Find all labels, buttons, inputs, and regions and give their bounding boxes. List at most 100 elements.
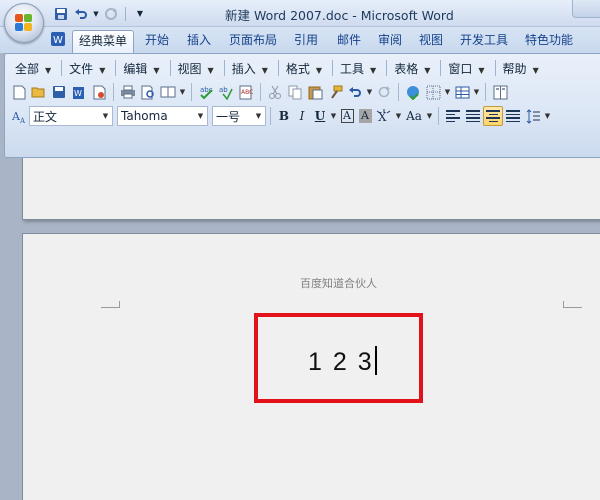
character-shading-button[interactable]: A bbox=[356, 106, 374, 126]
text-effects-dropdown[interactable]: ▼ bbox=[394, 112, 403, 120]
document-text[interactable]: 1 2 3 bbox=[308, 346, 377, 377]
character-border-button[interactable]: A bbox=[338, 106, 356, 126]
print-preview-icon[interactable] bbox=[138, 82, 158, 102]
style-select[interactable]: 正文 ▼ bbox=[29, 106, 113, 126]
svg-text:ABC: ABC bbox=[241, 89, 253, 96]
text-cursor bbox=[374, 346, 377, 375]
cut-icon[interactable] bbox=[265, 82, 285, 102]
menu-view[interactable]: 视图 ▼ bbox=[172, 60, 223, 77]
italic-button[interactable]: I bbox=[293, 106, 311, 126]
insert-table-dropdown[interactable]: ▼ bbox=[472, 88, 481, 96]
undo-icon[interactable] bbox=[345, 82, 365, 102]
print-icon[interactable] bbox=[118, 82, 138, 102]
menu-table[interactable]: 表格 ▼ bbox=[388, 60, 439, 77]
align-left-icon[interactable] bbox=[443, 106, 463, 126]
format-painter-icon[interactable] bbox=[325, 82, 345, 102]
undo-dropdown[interactable]: ▼ bbox=[365, 88, 374, 96]
menu-tools[interactable]: 工具 ▼ bbox=[334, 60, 385, 77]
toolbar-separator bbox=[260, 83, 261, 101]
menu-file[interactable]: 文件 ▼ bbox=[63, 60, 114, 77]
redo-icon[interactable] bbox=[102, 5, 120, 23]
underline-dropdown[interactable]: ▼ bbox=[329, 112, 338, 120]
quick-access-toolbar: ▼ ▼ bbox=[52, 4, 149, 23]
tab-view[interactable]: 视图 bbox=[413, 30, 449, 53]
menu-edit[interactable]: 编辑 ▼ bbox=[117, 60, 168, 77]
tab-home[interactable]: 开始 bbox=[139, 30, 175, 53]
tab-classic-menu[interactable]: 经典菜单 bbox=[72, 30, 135, 53]
toolbar-separator bbox=[270, 107, 271, 125]
tab-features[interactable]: 特色功能 bbox=[519, 30, 579, 53]
menu-all[interactable]: 全部 ▼ bbox=[9, 60, 60, 77]
office-logo-icon bbox=[15, 14, 33, 32]
insert-table-icon[interactable] bbox=[452, 82, 472, 102]
previous-page bbox=[22, 158, 600, 220]
margin-corner-mark bbox=[563, 301, 582, 308]
menu-window[interactable]: 窗口 ▼ bbox=[442, 60, 493, 77]
permission-icon[interactable]: W bbox=[69, 82, 89, 102]
word-doc-icon[interactable]: W bbox=[50, 31, 66, 54]
menu-help[interactable]: 帮助 ▼ bbox=[497, 60, 548, 77]
spelling-icon[interactable]: ab bbox=[216, 82, 236, 102]
toolbar-separator bbox=[398, 83, 399, 101]
redo-icon[interactable] bbox=[374, 82, 394, 102]
tab-page-layout[interactable]: 页面布局 bbox=[223, 30, 283, 53]
ribbon-tab-bar: W 经典菜单 开始 插入 页面布局 引用 邮件 审阅 视图 开发工具 特色功能 bbox=[0, 27, 600, 53]
window-title: 新建 Word 2007.doc - Microsoft Word bbox=[225, 8, 454, 23]
reading-layout-dropdown[interactable]: ▼ bbox=[178, 88, 187, 96]
font-select[interactable]: Tahoma ▼ bbox=[117, 106, 208, 126]
save-icon[interactable] bbox=[52, 5, 70, 23]
underline-button[interactable]: U bbox=[311, 106, 329, 126]
align-center-icon[interactable] bbox=[483, 106, 503, 126]
copy-icon[interactable] bbox=[285, 82, 305, 102]
svg-text:ab: ab bbox=[219, 86, 228, 94]
table-grid-dropdown[interactable]: ▼ bbox=[443, 88, 452, 96]
formatting-toolbar: AA 正文 ▼ Tahoma ▼ 一号 ▼ B I U ▼ A A X ▼ Aa ▼ … bbox=[9, 105, 597, 127]
tab-insert[interactable]: 插入 bbox=[181, 30, 217, 53]
document-text-content: 1 2 3 bbox=[308, 348, 374, 376]
undo-dropdown-icon[interactable]: ▼ bbox=[92, 5, 100, 23]
menu-separator bbox=[169, 60, 171, 76]
menu-insert[interactable]: 插入 ▼ bbox=[226, 60, 277, 77]
ribbon-panel: 全部 ▼ 文件 ▼ 编辑 ▼ 视图 ▼ 插入 ▼ 格式 ▼ 工具 ▼ 表格 ▼ 窗口 ▼ 帮助 ▼ … bbox=[4, 53, 600, 158]
classic-menu-bar: 全部 ▼ 文件 ▼ 编辑 ▼ 视图 ▼ 插入 ▼ 格式 ▼ 工具 ▼ 表格 ▼ 窗口 ▼ 帮助 ▼ bbox=[9, 57, 597, 79]
line-spacing-dropdown[interactable]: ▼ bbox=[543, 112, 552, 120]
change-case-button[interactable]: Aa bbox=[403, 106, 425, 126]
line-spacing-icon[interactable] bbox=[523, 106, 543, 126]
save-icon[interactable] bbox=[49, 82, 69, 102]
toolbar-separator bbox=[438, 107, 439, 125]
tab-review[interactable]: 审阅 bbox=[372, 30, 408, 53]
justify-icon[interactable] bbox=[463, 106, 483, 126]
menu-separator bbox=[277, 60, 279, 76]
research-icon[interactable]: abc bbox=[196, 82, 216, 102]
styles-pane-icon[interactable]: AA bbox=[9, 106, 29, 126]
tab-developer[interactable]: 开发工具 bbox=[454, 30, 514, 53]
menu-separator bbox=[332, 60, 334, 76]
menu-format[interactable]: 格式 ▼ bbox=[280, 60, 331, 77]
minimize-button[interactable] bbox=[572, 0, 600, 18]
undo-icon[interactable] bbox=[72, 5, 90, 23]
font-size-select[interactable]: 一号 ▼ bbox=[212, 106, 266, 126]
svg-text:W: W bbox=[74, 89, 82, 98]
tab-references[interactable]: 引用 bbox=[288, 30, 324, 53]
customize-qat-icon[interactable]: ▼ bbox=[131, 5, 149, 23]
change-case-dropdown[interactable]: ▼ bbox=[425, 112, 434, 120]
text-effects-icon[interactable]: X bbox=[374, 106, 394, 126]
paste-icon[interactable] bbox=[305, 82, 325, 102]
document-page[interactable]: 百度知道合伙人 1 2 3 bbox=[22, 233, 600, 500]
office-button[interactable] bbox=[4, 3, 44, 43]
word-count-icon[interactable]: ABC bbox=[236, 82, 256, 102]
distributed-align-icon[interactable] bbox=[503, 106, 523, 126]
toolbar-separator bbox=[485, 83, 486, 101]
toolbar-separator bbox=[191, 83, 192, 101]
tab-mailings[interactable]: 邮件 bbox=[331, 30, 367, 53]
open-folder-icon[interactable] bbox=[29, 82, 49, 102]
print-preview-edit-icon[interactable] bbox=[89, 82, 109, 102]
columns-icon[interactable] bbox=[490, 82, 510, 102]
new-document-icon[interactable] bbox=[9, 82, 29, 102]
table-grid-icon[interactable] bbox=[423, 82, 443, 102]
standard-toolbar: W ▼ abc ab ABC ▼ ▼ ▼ bbox=[9, 81, 597, 103]
reading-layout-icon[interactable] bbox=[158, 82, 178, 102]
hyperlink-icon[interactable] bbox=[403, 82, 423, 102]
margin-corner-mark bbox=[101, 301, 120, 308]
bold-button[interactable]: B bbox=[275, 106, 293, 126]
